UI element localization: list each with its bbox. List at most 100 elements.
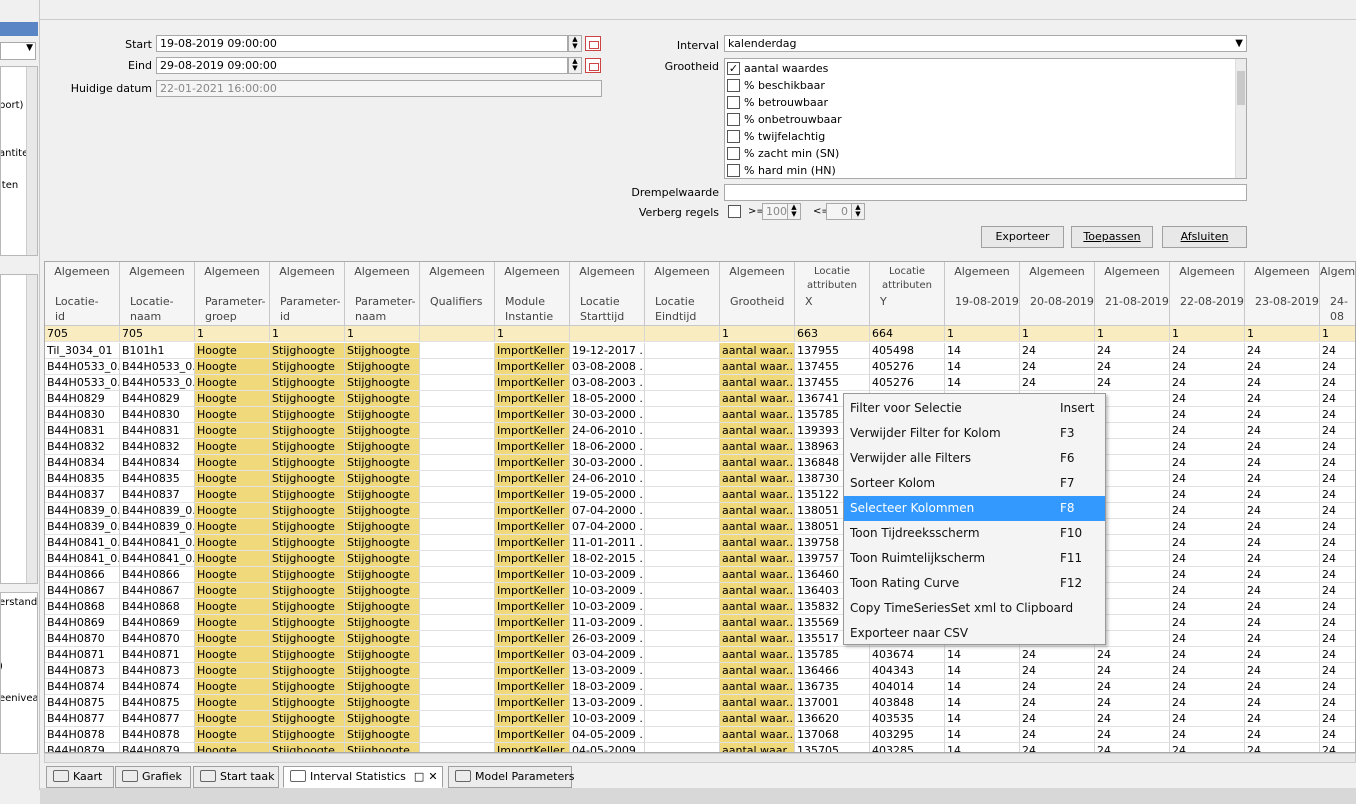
table-row[interactable]: Til_3034_01 B101h1 Hoogte Stijghoogte Stijgh… <box>45 343 1355 359</box>
table-cell[interactable]: B44H0832 <box>120 439 195 455</box>
table-cell[interactable]: 24 <box>1170 455 1245 471</box>
table-cell[interactable]: ImportKeller <box>495 743 570 752</box>
table-cell[interactable]: 24 <box>1320 439 1355 455</box>
table-cell[interactable]: B44H0830 <box>120 407 195 423</box>
tab-interval-statistics[interactable]: Interval Statistics □ ✕ <box>283 766 443 788</box>
table-cell[interactable]: Stijghoogte <box>345 727 420 743</box>
table-cell[interactable]: Stijghoogte <box>345 439 420 455</box>
table-cell[interactable]: 4 <box>1095 615 1170 631</box>
table-cell[interactable]: B44H0873 <box>120 663 195 679</box>
left-scrollbar[interactable] <box>26 67 37 255</box>
table-cell[interactable]: B44H0866 <box>120 567 195 583</box>
table-row[interactable]: B44H0869 B44H0869 Hoogte Stijghoogte Stijgho… <box>45 615 1355 631</box>
table-cell[interactable] <box>645 727 720 743</box>
table-cell[interactable]: Stijghoogte <box>270 487 345 503</box>
table-cell[interactable]: 24 <box>1170 551 1245 567</box>
column-header[interactable]: Locatie attributen Y <box>870 262 945 326</box>
table-cell[interactable]: 24 <box>1170 439 1245 455</box>
table-cell[interactable]: 24 <box>1320 375 1355 391</box>
table-cell[interactable] <box>645 391 720 407</box>
table-cell[interactable]: Stijghoogte <box>270 359 345 375</box>
table-cell[interactable]: 14 <box>945 679 1020 695</box>
table-cell[interactable]: 11-01-2011 ... <box>570 535 645 551</box>
table-cell[interactable]: Stijghoogte <box>345 647 420 663</box>
table-cell[interactable]: aantal waar... <box>720 343 795 359</box>
menu-item[interactable]: Verwijder alle Filters F6 <box>844 446 1105 471</box>
table-row[interactable]: B44H0829 B44H0829 Hoogte Stijghoogte Stijgho… <box>45 391 1355 407</box>
checkbox[interactable]: ✓ <box>727 62 740 75</box>
table-cell[interactable]: aantal waar... <box>720 663 795 679</box>
table-cell[interactable]: 24 <box>1170 711 1245 727</box>
table-cell[interactable]: 14 <box>945 359 1020 375</box>
table-cell[interactable]: 30-03-2000 ... <box>570 455 645 471</box>
table-cell[interactable]: 24 <box>1095 663 1170 679</box>
table-cell[interactable]: 24 <box>1020 711 1095 727</box>
table-cell[interactable]: Stijghoogte <box>270 567 345 583</box>
table-cell[interactable]: 24 <box>1245 519 1320 535</box>
table-cell[interactable]: 13-03-2009 ... <box>570 695 645 711</box>
table-cell[interactable]: 24 <box>1320 471 1355 487</box>
table-cell[interactable]: B44H0841_0... <box>120 551 195 567</box>
table-cell[interactable] <box>420 663 495 679</box>
table-cell[interactable]: 24 <box>1170 679 1245 695</box>
table-cell[interactable]: B44H0877 <box>120 711 195 727</box>
table-cell[interactable]: B44H0868 <box>45 599 120 615</box>
table-cell[interactable]: aantal waar... <box>720 359 795 375</box>
table-cell[interactable]: ImportKeller <box>495 391 570 407</box>
table-cell[interactable] <box>420 407 495 423</box>
table-cell[interactable]: Hoogte <box>195 679 270 695</box>
table-cell[interactable]: 403848 <box>870 695 945 711</box>
table-cell[interactable] <box>645 583 720 599</box>
table-cell[interactable]: 24 <box>1320 519 1355 535</box>
table-cell[interactable]: 18-03-2009 ... <box>570 679 645 695</box>
table-cell[interactable]: 135705 <box>795 743 870 752</box>
table-cell[interactable]: Stijghoogte <box>345 663 420 679</box>
table-cell[interactable]: 24 <box>1245 503 1320 519</box>
table-cell[interactable]: 24 <box>1245 743 1320 752</box>
gte-spinner[interactable]: ▲ ▼ <box>787 203 801 220</box>
table-cell[interactable]: 24 <box>1170 647 1245 663</box>
table-cell[interactable]: ImportKeller <box>495 439 570 455</box>
table-cell[interactable]: 24 <box>1095 711 1170 727</box>
checkbox[interactable] <box>727 147 740 160</box>
table-cell[interactable]: aantal waar... <box>720 375 795 391</box>
table-cell[interactable] <box>420 359 495 375</box>
table-cell[interactable]: Stijghoogte <box>345 583 420 599</box>
table-cell[interactable]: 24 <box>1245 359 1320 375</box>
filter-cell[interactable]: 1 <box>1320 326 1355 342</box>
table-cell[interactable]: Hoogte <box>195 631 270 647</box>
table-cell[interactable]: B44H0839_0... <box>45 519 120 535</box>
column-header[interactable]: Algemeen 22-08-2019 <box>1170 262 1245 326</box>
table-cell[interactable] <box>420 551 495 567</box>
menu-item[interactable]: Sorteer Kolom F7 <box>844 471 1105 496</box>
apply-button[interactable]: Toepassen <box>1071 226 1153 248</box>
table-cell[interactable] <box>645 567 720 583</box>
table-cell[interactable]: 24 <box>1170 535 1245 551</box>
table-cell[interactable]: Stijghoogte <box>270 599 345 615</box>
table-cell[interactable]: B44H0869 <box>45 615 120 631</box>
table-cell[interactable]: 24 <box>1170 391 1245 407</box>
close-icon[interactable]: ✕ <box>428 770 437 783</box>
table-cell[interactable]: aantal waar... <box>720 567 795 583</box>
table-cell[interactable]: 24 <box>1020 343 1095 359</box>
table-cell[interactable]: Hoogte <box>195 647 270 663</box>
table-cell[interactable]: 405498 <box>870 343 945 359</box>
table-cell[interactable]: 24 <box>1320 615 1355 631</box>
table-cell[interactable]: 24 <box>1245 599 1320 615</box>
table-cell[interactable]: aantal waar... <box>720 551 795 567</box>
filter-cell[interactable]: 1 <box>1020 326 1095 342</box>
table-cell[interactable] <box>645 535 720 551</box>
table-cell[interactable]: 18-05-2000 ... <box>570 391 645 407</box>
tab-model-parameters[interactable]: Model Parameters <box>448 766 574 788</box>
filter-cell[interactable]: 1 <box>1095 326 1170 342</box>
table-cell[interactable] <box>420 439 495 455</box>
table-cell[interactable]: 24 <box>1245 679 1320 695</box>
table-cell[interactable]: Stijghoogte <box>345 535 420 551</box>
export-button[interactable]: Exporteer <box>981 226 1064 248</box>
table-cell[interactable] <box>420 711 495 727</box>
table-cell[interactable]: 24 <box>1170 471 1245 487</box>
table-cell[interactable]: 24 <box>1170 503 1245 519</box>
filter-cell[interactable]: 705 <box>45 326 120 342</box>
table-cell[interactable]: B101h1 <box>120 343 195 359</box>
table-cell[interactable]: 4 <box>1095 407 1170 423</box>
